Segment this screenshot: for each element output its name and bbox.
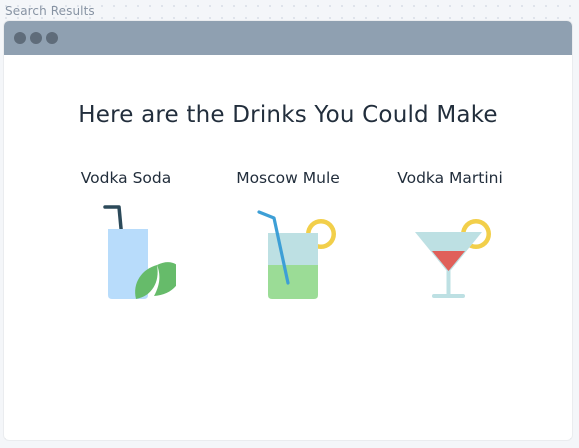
drink-card-vodka-soda[interactable]: Vodka Soda	[46, 167, 206, 303]
page-label: Search Results	[5, 4, 95, 18]
drink-name: Vodka Soda	[80, 169, 172, 187]
window-titlebar	[4, 21, 572, 55]
window-dot-3[interactable]	[46, 32, 58, 44]
window-dot-1[interactable]	[14, 32, 26, 44]
vodka-soda-icon	[103, 205, 176, 299]
drink-card-moscow-mule[interactable]: Moscow Mule	[208, 167, 368, 303]
moscow-mule-icon	[257, 210, 336, 299]
page-title: Here are the Drinks You Could Make	[78, 102, 498, 128]
drink-name: Vodka Martini	[397, 169, 503, 187]
drink-name: Moscow Mule	[236, 169, 340, 187]
drink-card-vodka-martini[interactable]: Vodka Martini	[370, 167, 530, 303]
vodka-martini-icon	[415, 219, 491, 298]
browser-window: Here are the Drinks You Could Make Vodka…	[4, 21, 572, 440]
window-dot-2[interactable]	[30, 32, 42, 44]
